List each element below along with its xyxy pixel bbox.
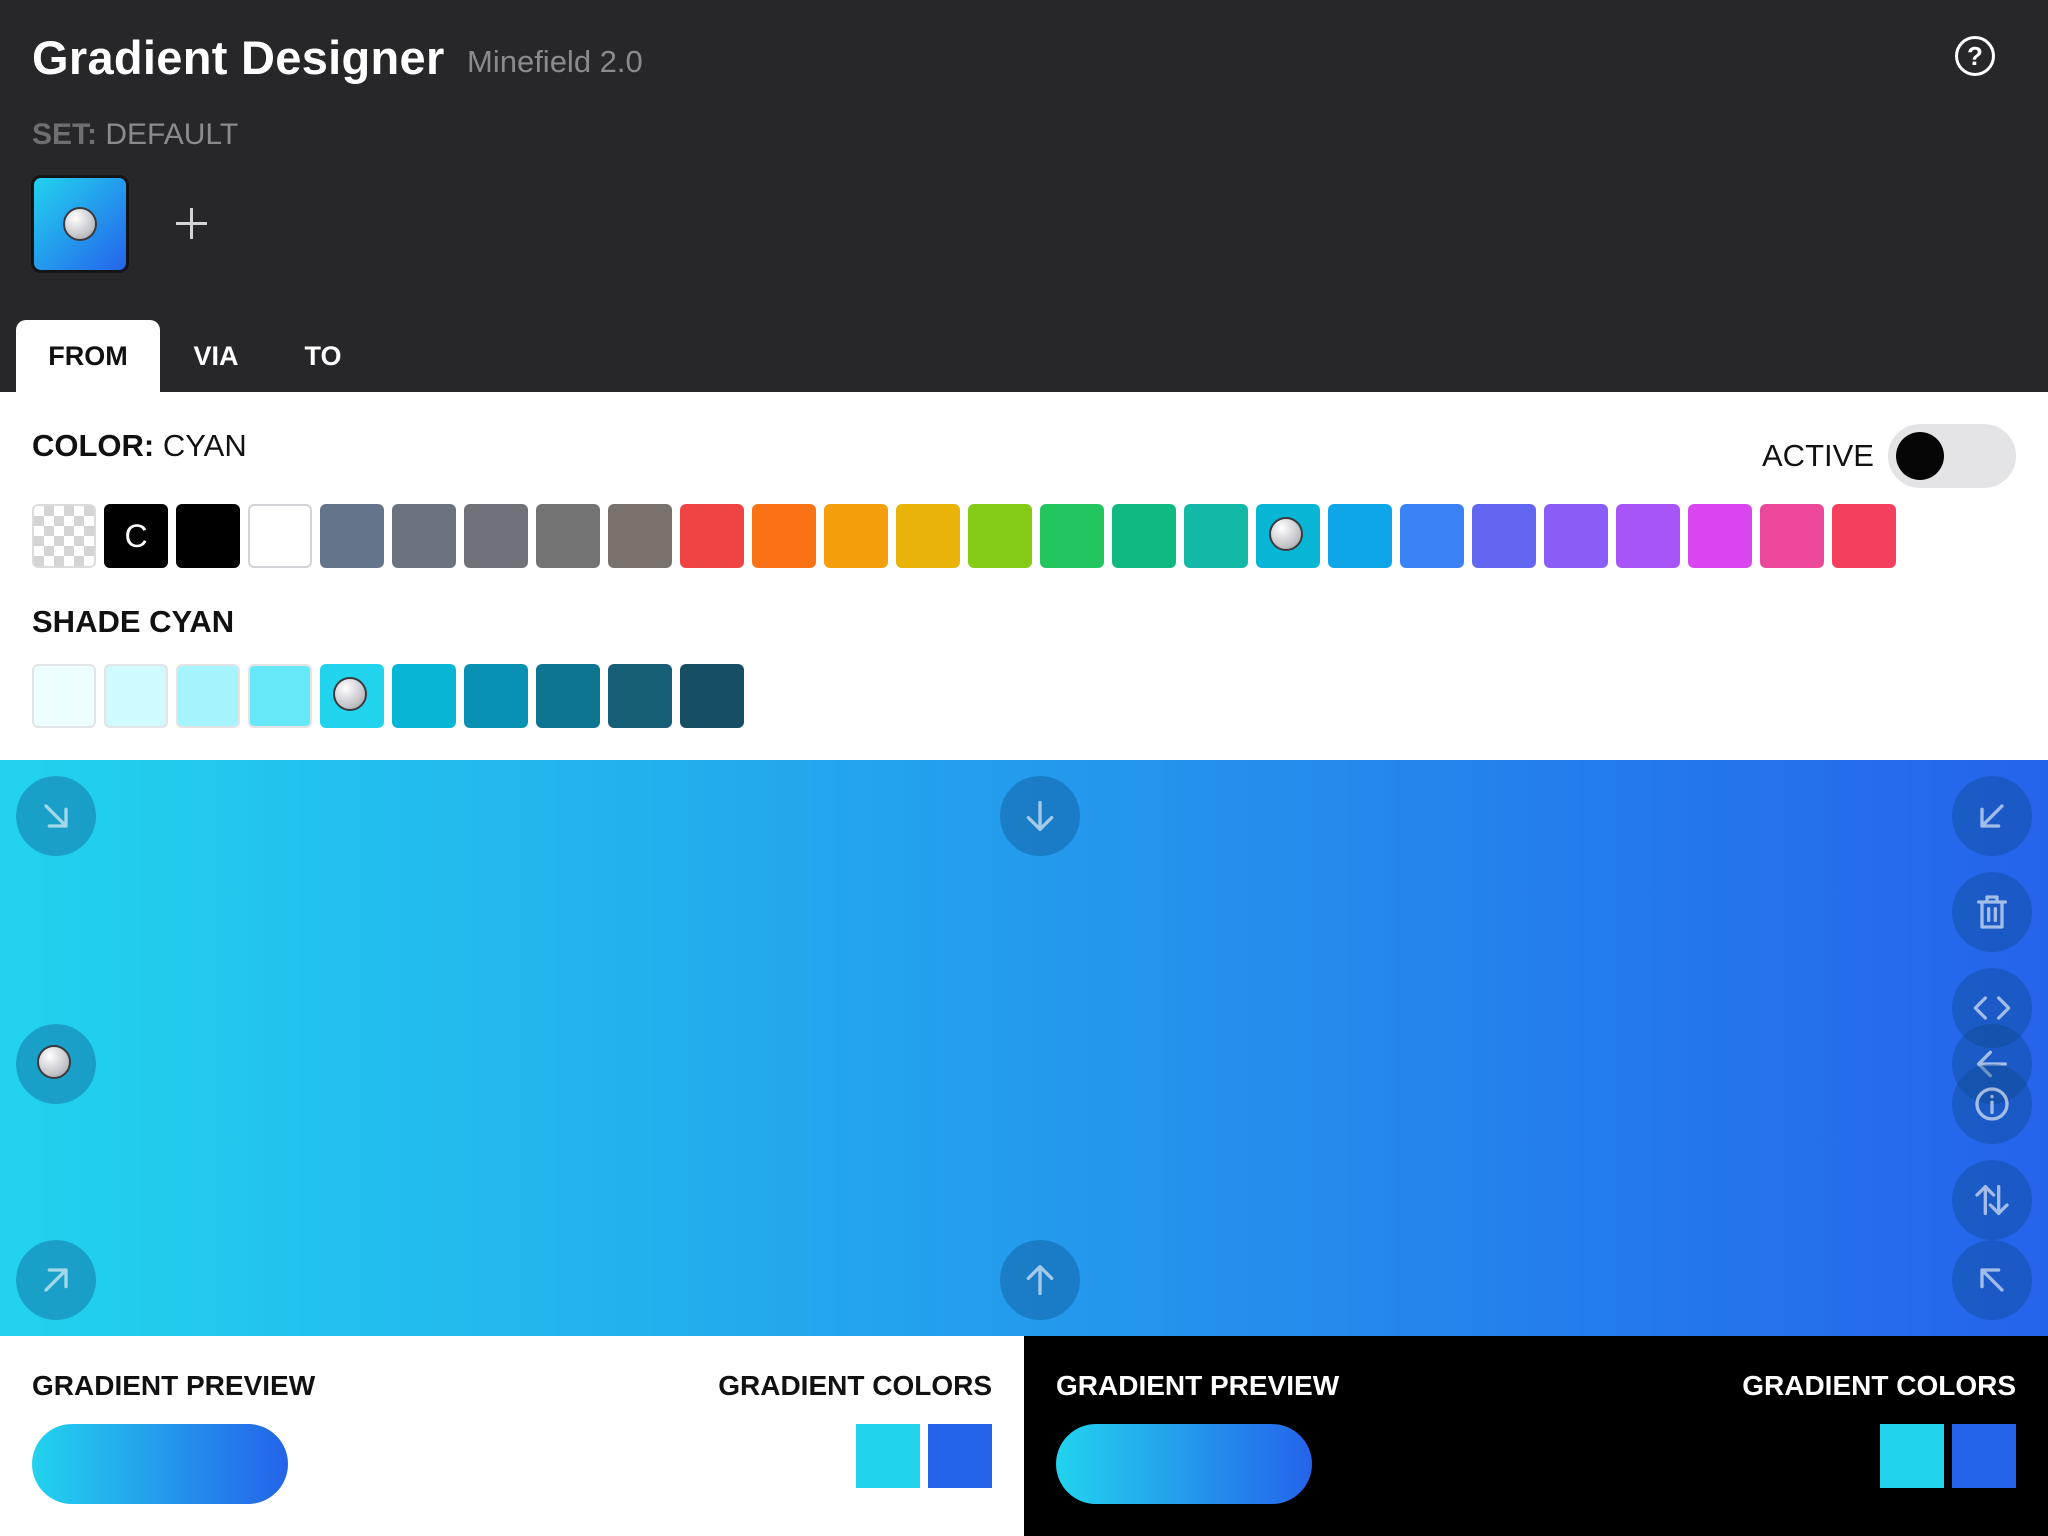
gradient-colors-label: GRADIENT COLORS (1742, 1370, 2016, 1401)
gradient-colors-label: GRADIENT COLORS (718, 1370, 992, 1401)
swap-vertical-icon (1975, 1185, 2009, 1215)
set-label: SET: (32, 118, 98, 151)
selected-direction-knob-icon (37, 1045, 71, 1079)
to-color-square (928, 1424, 992, 1488)
direction-top-right-button[interactable] (16, 1240, 96, 1320)
selected-knob-icon (63, 207, 97, 241)
tab-via[interactable]: VIA (176, 320, 256, 392)
color-swatch-blue[interactable] (1400, 504, 1464, 568)
color-swatch-amber[interactable] (824, 504, 888, 568)
trash-icon (1977, 895, 2007, 929)
color-swatch-cyan[interactable] (1256, 504, 1320, 568)
color-swatch-stone[interactable] (608, 504, 672, 568)
arrow-down-right-icon (44, 804, 68, 828)
active-toggle[interactable] (1888, 424, 2016, 488)
gradient-set-tile[interactable] (31, 175, 129, 273)
arrow-down-icon (1026, 801, 1054, 831)
color-swatch-zinc[interactable] (464, 504, 528, 568)
direction-bottom-left-button[interactable] (1952, 776, 2032, 856)
arrow-down-left-icon (1980, 804, 2004, 828)
color-swatch-orange[interactable] (752, 504, 816, 568)
arrow-up-icon (1026, 1265, 1054, 1295)
delete-button[interactable] (1952, 872, 2032, 952)
color-swatch-purple[interactable] (1616, 504, 1680, 568)
app-title: Gradient Designer (32, 31, 445, 84)
shade-swatch-5[interactable] (320, 664, 384, 728)
color-swatch-yellow[interactable] (896, 504, 960, 568)
info-button[interactable] (1952, 1064, 2032, 1144)
color-swatch-gray[interactable] (392, 504, 456, 568)
direction-top-button[interactable] (1000, 1240, 1080, 1320)
preview-light-panel: GRADIENT PREVIEW GRADIENT COLORS (0, 1336, 1024, 1536)
shade-swatch-3[interactable] (176, 664, 240, 728)
color-swatch-red[interactable] (680, 504, 744, 568)
color-swatch-neutral[interactable] (536, 504, 600, 568)
selected-knob-icon (1269, 517, 1303, 551)
color-swatch-violet[interactable] (1544, 504, 1608, 568)
shade-swatch-1[interactable] (32, 664, 96, 728)
set-value: DEFAULT (105, 118, 239, 151)
color-swatch-teal[interactable] (1184, 504, 1248, 568)
info-icon (1975, 1087, 2009, 1121)
color-swatch-indigo[interactable] (1472, 504, 1536, 568)
color-swatch-transparent[interactable] (32, 504, 96, 568)
direction-right-button[interactable] (16, 1024, 96, 1104)
shade-swatch-7[interactable] (464, 664, 528, 728)
tab-from[interactable]: FROM (16, 320, 160, 392)
color-swatch-green[interactable] (1040, 504, 1104, 568)
selected-knob-icon (333, 677, 367, 711)
color-swatch-fuchsia[interactable] (1688, 504, 1752, 568)
app-subtitle: Minefield 2.0 (467, 44, 643, 79)
color-heading: COLOR: CYAN (32, 428, 247, 464)
plus-icon[interactable] (172, 204, 212, 244)
color-label: COLOR: (32, 428, 155, 463)
color-swatch-lime[interactable] (968, 504, 1032, 568)
direction-bottom-right-button[interactable] (16, 776, 96, 856)
shade-swatch-2[interactable] (104, 664, 168, 728)
shade-heading: SHADE CYAN (32, 604, 235, 639)
arrow-up-left-icon (1980, 1268, 2004, 1292)
shade-swatch-10[interactable] (680, 664, 744, 728)
color-value: CYAN (162, 428, 247, 463)
color-swatch-rose[interactable] (1832, 504, 1896, 568)
toggle-knob (1896, 432, 1944, 480)
color-swatch-black[interactable] (176, 504, 240, 568)
color-swatch-current[interactable]: C (104, 504, 168, 568)
color-swatch-pink[interactable] (1760, 504, 1824, 568)
color-swatch-white[interactable] (248, 504, 312, 568)
swap-button[interactable] (1952, 1160, 2032, 1240)
tab-to[interactable]: TO (288, 320, 358, 392)
from-color-square (1880, 1424, 1944, 1488)
header: Gradient Designer Minefield 2.0 ? SET: D… (0, 0, 2048, 392)
active-label: ACTIVE (1762, 438, 1874, 473)
color-swatch-sky[interactable] (1328, 504, 1392, 568)
gradient-preview-pill (1056, 1424, 1312, 1504)
direction-bottom-button[interactable] (1000, 776, 1080, 856)
shade-swatch-8[interactable] (536, 664, 600, 728)
color-swatch-slate[interactable] (320, 504, 384, 568)
direction-top-left-button[interactable] (1952, 1240, 2032, 1320)
color-swatch-emerald[interactable] (1112, 504, 1176, 568)
help-icon[interactable]: ? (1955, 36, 1995, 76)
preview-dark-panel: GRADIENT PREVIEW GRADIENT COLORS (1024, 1336, 2048, 1536)
shade-swatch-9[interactable] (608, 664, 672, 728)
gradient-canvas (0, 760, 2048, 1336)
shade-swatch-4[interactable] (248, 664, 312, 728)
to-color-square (1952, 1424, 2016, 1488)
gradient-preview-label: GRADIENT PREVIEW (32, 1370, 316, 1401)
arrow-up-right-icon (44, 1268, 68, 1292)
gradient-preview-label: GRADIENT PREVIEW (1056, 1370, 1340, 1401)
code-icon (1973, 996, 2011, 1020)
shade-swatch-6[interactable] (392, 664, 456, 728)
from-color-square (856, 1424, 920, 1488)
gradient-preview-pill (32, 1424, 288, 1504)
set-indicator: SET: DEFAULT (32, 118, 238, 152)
